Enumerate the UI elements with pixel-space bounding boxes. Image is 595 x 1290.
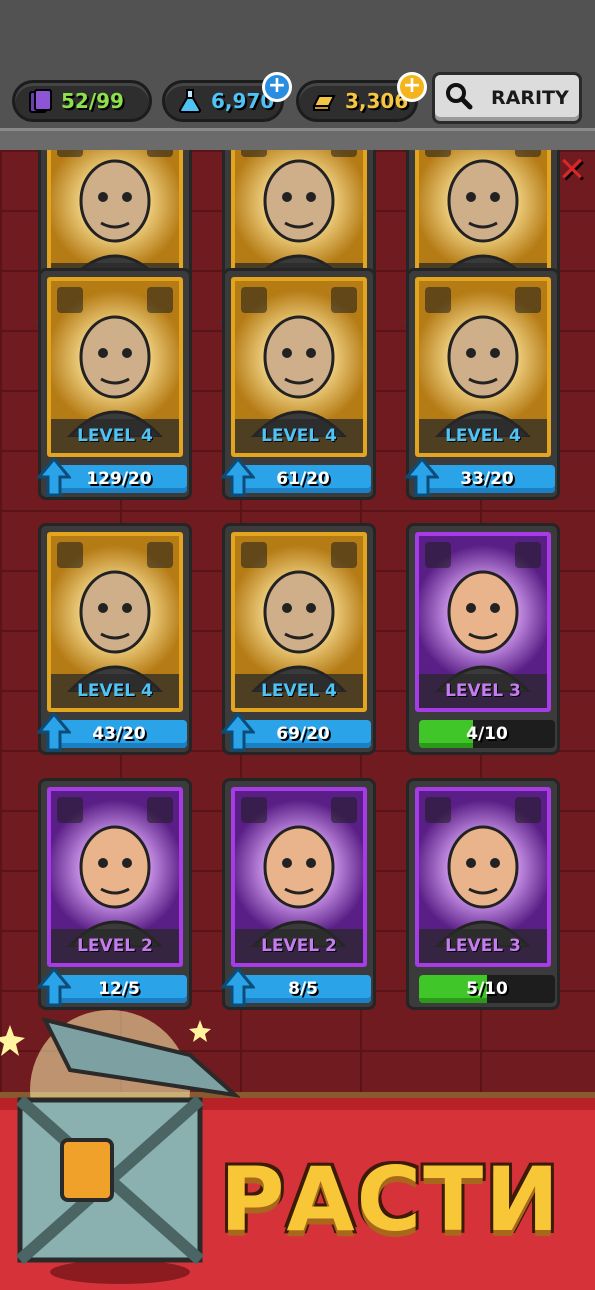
top-bar-edge <box>0 128 595 150</box>
card-frame: LEVEL 4 <box>231 277 367 457</box>
card-upgrade-count: 69/20 <box>235 720 371 748</box>
trait-badge-icon <box>147 797 173 823</box>
upgrade-arrow-icon[interactable] <box>403 456 441 497</box>
hero-card[interactable]: LEVEL 2 12/5 <box>35 778 192 1010</box>
card-frame: LEVEL 3 <box>415 787 551 967</box>
hero-card[interactable]: LEVEL 4 129/20 <box>35 268 192 500</box>
hero-card[interactable]: LEVEL 3 5/10 <box>406 778 560 1010</box>
card-level: LEVEL 4 <box>419 419 547 453</box>
top-bar: 52/99 6,970 + 3,306 + RARITY <box>0 0 595 150</box>
crate-icon <box>0 1000 242 1290</box>
card-progress-count: 5/10 <box>466 979 508 999</box>
card-level: LEVEL 4 <box>235 419 363 453</box>
hero-card[interactable]: LEVEL 4 69/20 <box>219 523 376 755</box>
trait-badge-icon <box>147 542 173 568</box>
cards-count: 52/99 <box>61 89 124 113</box>
class-badge-icon <box>241 797 267 823</box>
trait-badge-icon <box>331 287 357 313</box>
add-potion-button[interactable]: + <box>262 72 292 102</box>
card-level: LEVEL 3 <box>419 674 547 708</box>
hero-card[interactable]: LEVEL 4 33/20 <box>403 268 560 500</box>
card-level: LEVEL 4 <box>51 674 179 708</box>
card-progress-count: 4/10 <box>466 724 508 744</box>
card-upgrade-count: 33/20 <box>419 465 555 493</box>
card-upgrade-count: 8/5 <box>235 975 371 1003</box>
search-icon <box>445 82 473 115</box>
card-level: LEVEL 2 <box>235 929 363 963</box>
card-level: LEVEL 4 <box>235 674 363 708</box>
card-upgrade-count: 61/20 <box>235 465 371 493</box>
card-upgrade-count: 129/20 <box>51 465 187 493</box>
card-upgrade-count: 12/5 <box>51 975 187 1003</box>
hero-card[interactable]: LEVEL 4 43/20 <box>35 523 192 755</box>
trait-badge-icon <box>147 287 173 313</box>
hero-card[interactable]: LEVEL 3 4/10 <box>406 523 560 755</box>
card-level: LEVEL 4 <box>51 419 179 453</box>
banner-title: РАСТИ <box>220 1148 561 1251</box>
card-frame: LEVEL 3 <box>415 532 551 712</box>
class-badge-icon <box>57 542 83 568</box>
trait-badge-icon <box>331 797 357 823</box>
class-badge-icon <box>425 797 451 823</box>
upgrade-arrow-icon[interactable] <box>35 456 73 497</box>
trait-badge-icon <box>331 542 357 568</box>
class-badge-icon <box>425 542 451 568</box>
class-badge-icon <box>425 287 451 313</box>
hero-card[interactable]: LEVEL 4 61/20 <box>219 268 376 500</box>
trait-badge-icon <box>515 287 541 313</box>
card-level: LEVEL 2 <box>51 929 179 963</box>
card-frame: LEVEL 2 <box>47 787 183 967</box>
hero-card[interactable]: LEVEL 2 8/5 <box>219 778 376 1010</box>
card-progress-bar: 5/10 <box>419 975 555 1003</box>
class-badge-icon <box>57 287 83 313</box>
add-gold-button[interactable]: + <box>397 72 427 102</box>
upgrade-arrow-icon[interactable] <box>219 456 257 497</box>
card-progress-bar: 4/10 <box>419 720 555 748</box>
class-badge-icon <box>241 287 267 313</box>
card-level: LEVEL 3 <box>419 929 547 963</box>
rarity-label: RARITY <box>491 87 569 109</box>
card-frame: LEVEL 4 <box>47 277 183 457</box>
card-frame: LEVEL 4 <box>415 277 551 457</box>
cards-icon <box>27 88 53 114</box>
card-frame: LEVEL 2 <box>231 787 367 967</box>
gold-bar-icon <box>311 88 337 114</box>
card-frame: LEVEL 4 <box>47 532 183 712</box>
trait-badge-icon <box>515 542 541 568</box>
class-badge-icon <box>241 542 267 568</box>
upgrade-arrow-icon[interactable] <box>35 711 73 752</box>
cards-counter: 52/99 <box>12 80 152 122</box>
rarity-sort-button[interactable]: RARITY <box>432 72 582 124</box>
trait-badge-icon <box>515 797 541 823</box>
class-badge-icon <box>57 797 83 823</box>
close-icon[interactable]: ✕ <box>552 150 592 190</box>
upgrade-arrow-icon[interactable] <box>219 711 257 752</box>
card-frame: LEVEL 4 <box>231 532 367 712</box>
potion-icon <box>177 88 203 114</box>
card-upgrade-count: 43/20 <box>51 720 187 748</box>
